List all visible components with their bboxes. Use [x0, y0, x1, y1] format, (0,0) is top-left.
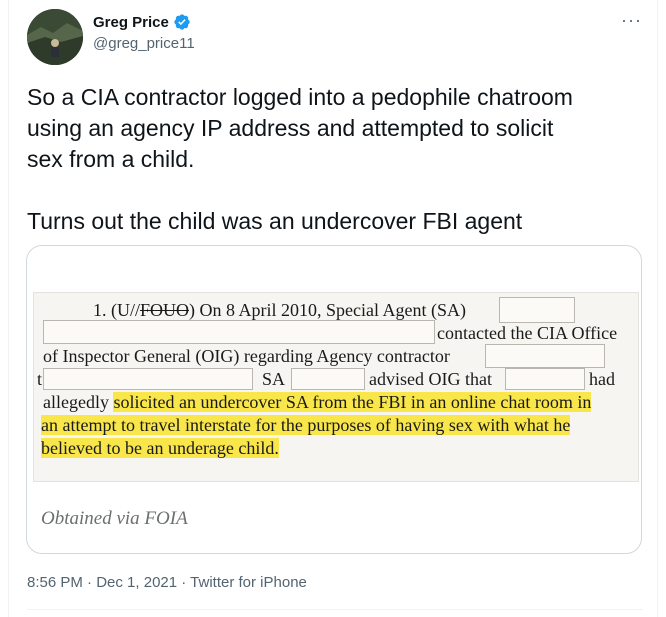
- doc-line-5: allegedly solicited an undercover SA fro…: [43, 392, 592, 412]
- tweet-text: So a CIA contractor logged into a pedoph…: [27, 84, 573, 234]
- doc-line-7: believed to be an underage child.: [41, 438, 279, 458]
- doc-line-4-advised: advised OIG that: [369, 369, 492, 389]
- doc-line-1: 1. (U//FOUO) On 8 April 2010, Special Ag…: [93, 300, 466, 320]
- author-name[interactable]: Greg Price: [93, 14, 169, 31]
- redaction-box: [499, 297, 575, 323]
- document-image: 1. (U//FOUO) On 8 April 2010, Special Ag…: [33, 292, 639, 482]
- redaction-box: [505, 368, 585, 390]
- verified-badge-icon: [173, 13, 191, 31]
- doc-line-4-had: had: [589, 369, 615, 389]
- divider: [27, 609, 643, 610]
- author-row: Greg Price: [93, 13, 191, 31]
- meta-separator: ·: [82, 574, 97, 591]
- tweet-meta: 8:56 PM · Dec 1, 2021 · Twitter for iPho…: [27, 574, 307, 591]
- author-handle[interactable]: @greg_price11: [93, 35, 195, 52]
- doc-line-6: an attempt to travel interstate for the …: [41, 415, 571, 435]
- tweet-media[interactable]: 1. (U//FOUO) On 8 April 2010, Special Ag…: [26, 245, 642, 554]
- tweet-time[interactable]: 8:56 PM: [27, 574, 83, 591]
- tweet-card: Greg Price @greg_price11 ··· So a CIA co…: [8, 0, 658, 617]
- more-options-icon[interactable]: ···: [621, 10, 642, 31]
- avatar-image: [27, 9, 83, 65]
- doc-line-3: of Inspector General (OIG) regarding Age…: [43, 346, 450, 366]
- doc-line-4-sa: SA: [262, 369, 286, 389]
- redaction-box: [485, 344, 605, 368]
- tweet-source[interactable]: Twitter for iPhone: [190, 574, 307, 591]
- meta-separator: ·: [177, 574, 191, 591]
- doc-line-2: contacted the CIA Office: [437, 323, 618, 343]
- redaction-box: [43, 320, 435, 344]
- redaction-box: [43, 368, 253, 390]
- redaction-box: [291, 368, 365, 390]
- avatar[interactable]: [27, 9, 83, 65]
- media-caption: Obtained via FOIA: [41, 508, 188, 529]
- tweet-date[interactable]: Dec 1, 2021: [96, 574, 177, 591]
- doc-line-4a: t: [37, 369, 43, 389]
